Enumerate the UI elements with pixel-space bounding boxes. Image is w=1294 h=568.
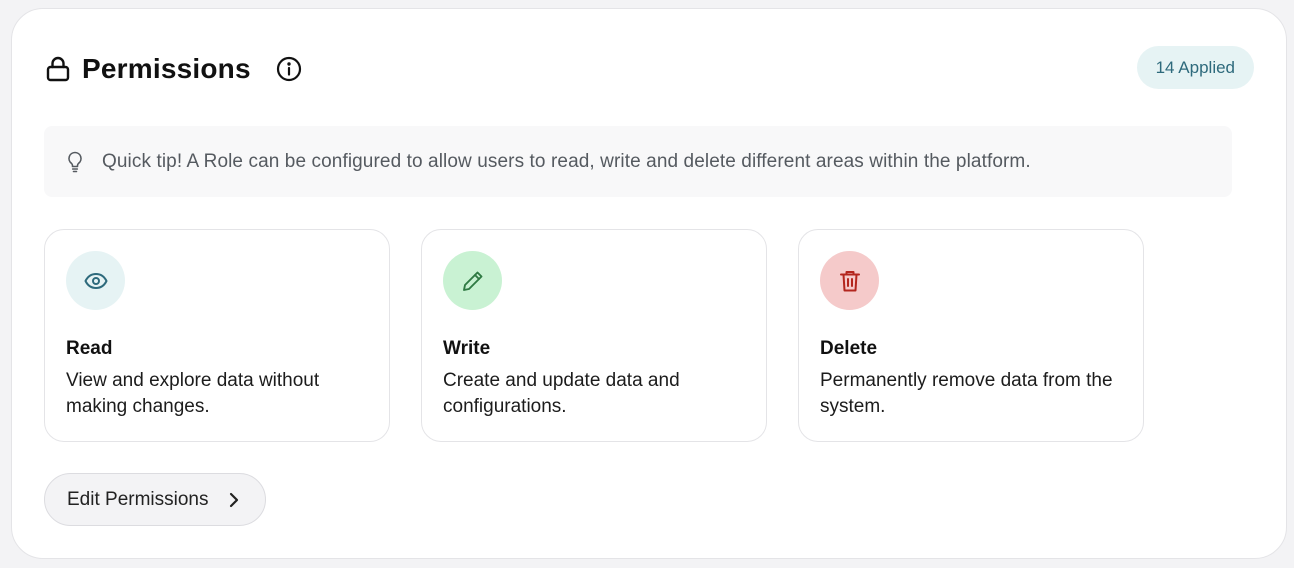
edit-permissions-label: Edit Permissions xyxy=(67,488,209,510)
panel-header: Permissions xyxy=(45,49,303,89)
applied-count-badge: 14 Applied xyxy=(1136,46,1254,89)
edit-permissions-button[interactable]: Edit Permissions xyxy=(44,473,266,526)
tip-text: Quick tip! A Role can be configured to a… xyxy=(102,150,1031,172)
trash-icon xyxy=(820,251,879,310)
permission-card-read: Read View and explore data without makin… xyxy=(44,229,390,442)
eye-icon xyxy=(66,251,125,310)
pencil-icon xyxy=(443,251,502,310)
card-title: Write xyxy=(443,338,491,359)
card-title: Delete xyxy=(820,338,878,359)
card-description: Create and update data and configuration… xyxy=(443,370,680,417)
permission-card-write: Write Create and update data and configu… xyxy=(421,229,767,442)
permission-cards: Read View and explore data without makin… xyxy=(44,229,1144,442)
card-description: Permanently remove data from the system. xyxy=(820,370,1113,417)
lightbulb-icon xyxy=(66,151,84,173)
chevron-right-icon xyxy=(227,491,241,509)
permissions-panel: Permissions 14 Applied Quick tip! A Role… xyxy=(11,8,1287,559)
quick-tip: Quick tip! A Role can be configured to a… xyxy=(44,126,1232,197)
lock-icon xyxy=(45,55,71,83)
card-title: Read xyxy=(66,338,113,359)
page-title: Permissions xyxy=(82,53,251,84)
info-icon[interactable] xyxy=(275,55,303,83)
permission-card-delete: Delete Permanently remove data from the … xyxy=(798,229,1144,442)
card-description: View and explore data without making cha… xyxy=(66,370,320,417)
